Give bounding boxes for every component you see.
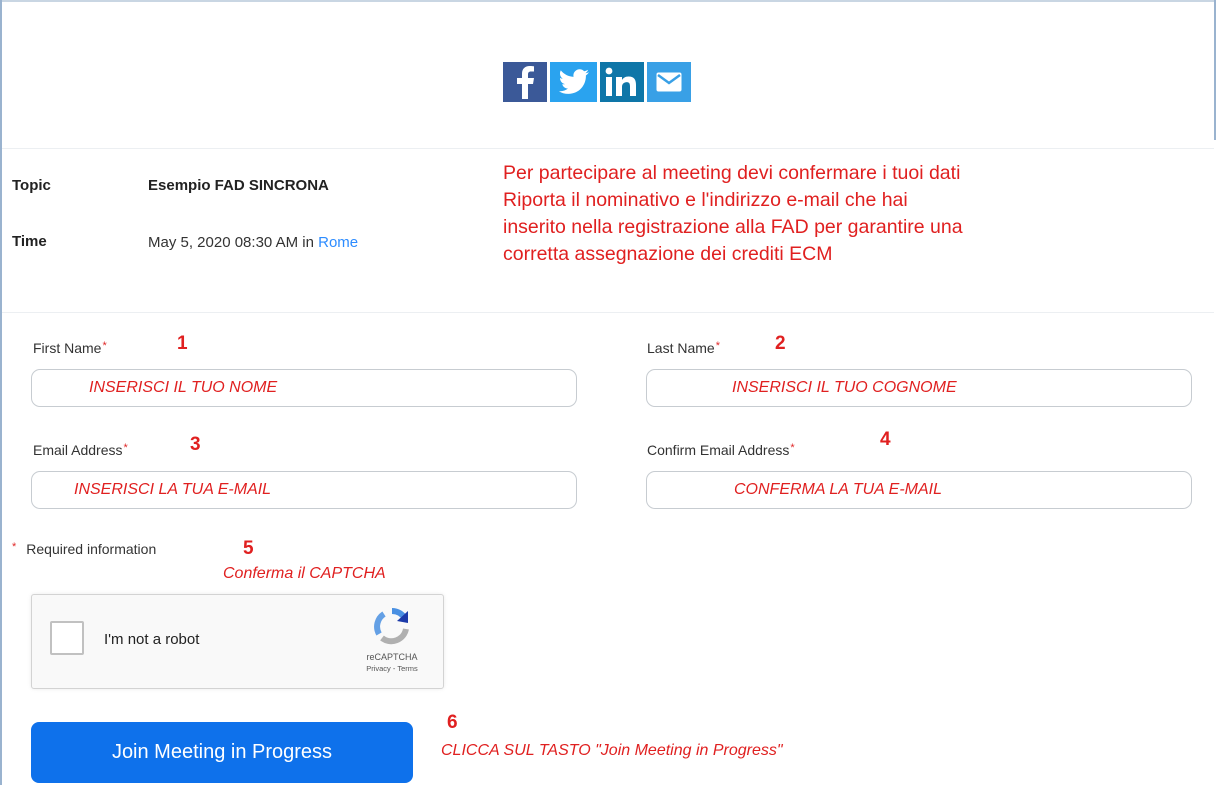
topic-value: Esempio FAD SINCRONA bbox=[148, 177, 329, 194]
first-name-label-text: First Name bbox=[33, 340, 102, 356]
confirm-email-value: CONFERMA LA TUA E-MAIL bbox=[734, 481, 943, 498]
step-number: 1 bbox=[177, 333, 188, 354]
required-star: * bbox=[790, 442, 795, 454]
annotation-line: Riporta il nominativo e l'indirizzo e-ma… bbox=[503, 189, 908, 211]
email-icon[interactable] bbox=[647, 62, 691, 102]
email-label-text: Email Address bbox=[33, 442, 123, 458]
step-number: 2 bbox=[775, 333, 786, 354]
required-star: * bbox=[12, 541, 17, 553]
required-star: * bbox=[102, 340, 107, 352]
annotation-line: Per partecipare al meeting devi conferma… bbox=[503, 162, 961, 184]
time-label: Time bbox=[12, 233, 47, 250]
confirm-email-field[interactable]: CONFERMA LA TUA E-MAIL bbox=[646, 471, 1192, 509]
step-number: 3 bbox=[190, 434, 201, 455]
last-name-field[interactable]: INSERISCI IL TUO COGNOME bbox=[646, 369, 1192, 407]
captcha-hint: Conferma il CAPTCHA bbox=[223, 565, 386, 582]
last-name-label-text: Last Name bbox=[647, 340, 715, 356]
recaptcha-icon bbox=[374, 607, 409, 645]
confirm-email-label-text: Confirm Email Address bbox=[647, 442, 790, 458]
window-top-border bbox=[0, 0, 1216, 2]
divider bbox=[2, 312, 1214, 313]
time-text: May 5, 2020 08:30 AM in bbox=[148, 234, 314, 251]
first-name-label: First Name* bbox=[33, 340, 107, 356]
required-information-text: Required information bbox=[26, 541, 157, 557]
required-star: * bbox=[123, 442, 128, 454]
first-name-value: INSERISCI IL TUO NOME bbox=[89, 379, 278, 396]
facebook-icon[interactable] bbox=[503, 62, 547, 102]
required-information-note: * Required information bbox=[12, 541, 156, 557]
first-name-field[interactable]: INSERISCI IL TUO NOME bbox=[31, 369, 577, 407]
last-name-label: Last Name* bbox=[647, 340, 720, 356]
annotation-line: inserito nella registrazione alla FAD pe… bbox=[503, 216, 963, 238]
recaptcha-logo: reCAPTCHA Privacy - Terms bbox=[352, 607, 432, 673]
divider bbox=[2, 148, 1214, 149]
timezone-link[interactable]: Rome bbox=[318, 234, 358, 251]
step-number: 4 bbox=[880, 429, 891, 450]
recaptcha-widget: I'm not a robot reCAPTCHA Privacy - Term… bbox=[31, 594, 444, 689]
email-field[interactable]: INSERISCI LA TUA E-MAIL bbox=[31, 471, 577, 509]
step-number: 6 bbox=[447, 712, 458, 733]
email-label: Email Address* bbox=[33, 442, 128, 458]
instruction-annotation: Per partecipare al meeting devi conferma… bbox=[503, 160, 1203, 268]
twitter-icon[interactable] bbox=[550, 62, 597, 102]
recaptcha-brand: reCAPTCHA bbox=[366, 652, 418, 662]
step-number: 5 bbox=[243, 538, 254, 559]
share-icons bbox=[503, 62, 691, 102]
join-meeting-button[interactable]: Join Meeting in Progress bbox=[31, 722, 413, 783]
last-name-value: INSERISCI IL TUO COGNOME bbox=[732, 379, 957, 396]
window-left-border bbox=[0, 0, 2, 785]
recaptcha-label: I'm not a robot bbox=[104, 631, 200, 648]
recaptcha-links[interactable]: Privacy - Terms bbox=[352, 664, 432, 673]
join-hint: CLICCA SUL TASTO "Join Meeting in Progre… bbox=[441, 742, 783, 759]
linkedin-icon[interactable] bbox=[600, 62, 644, 102]
required-star: * bbox=[715, 340, 720, 352]
time-value: May 5, 2020 08:30 AM in Rome bbox=[148, 234, 358, 251]
recaptcha-checkbox[interactable] bbox=[50, 621, 84, 655]
topic-label: Topic bbox=[12, 177, 51, 194]
annotation-line: corretta assegnazione dei crediti ECM bbox=[503, 243, 833, 265]
confirm-email-label: Confirm Email Address* bbox=[647, 442, 795, 458]
email-value: INSERISCI LA TUA E-MAIL bbox=[74, 481, 272, 498]
